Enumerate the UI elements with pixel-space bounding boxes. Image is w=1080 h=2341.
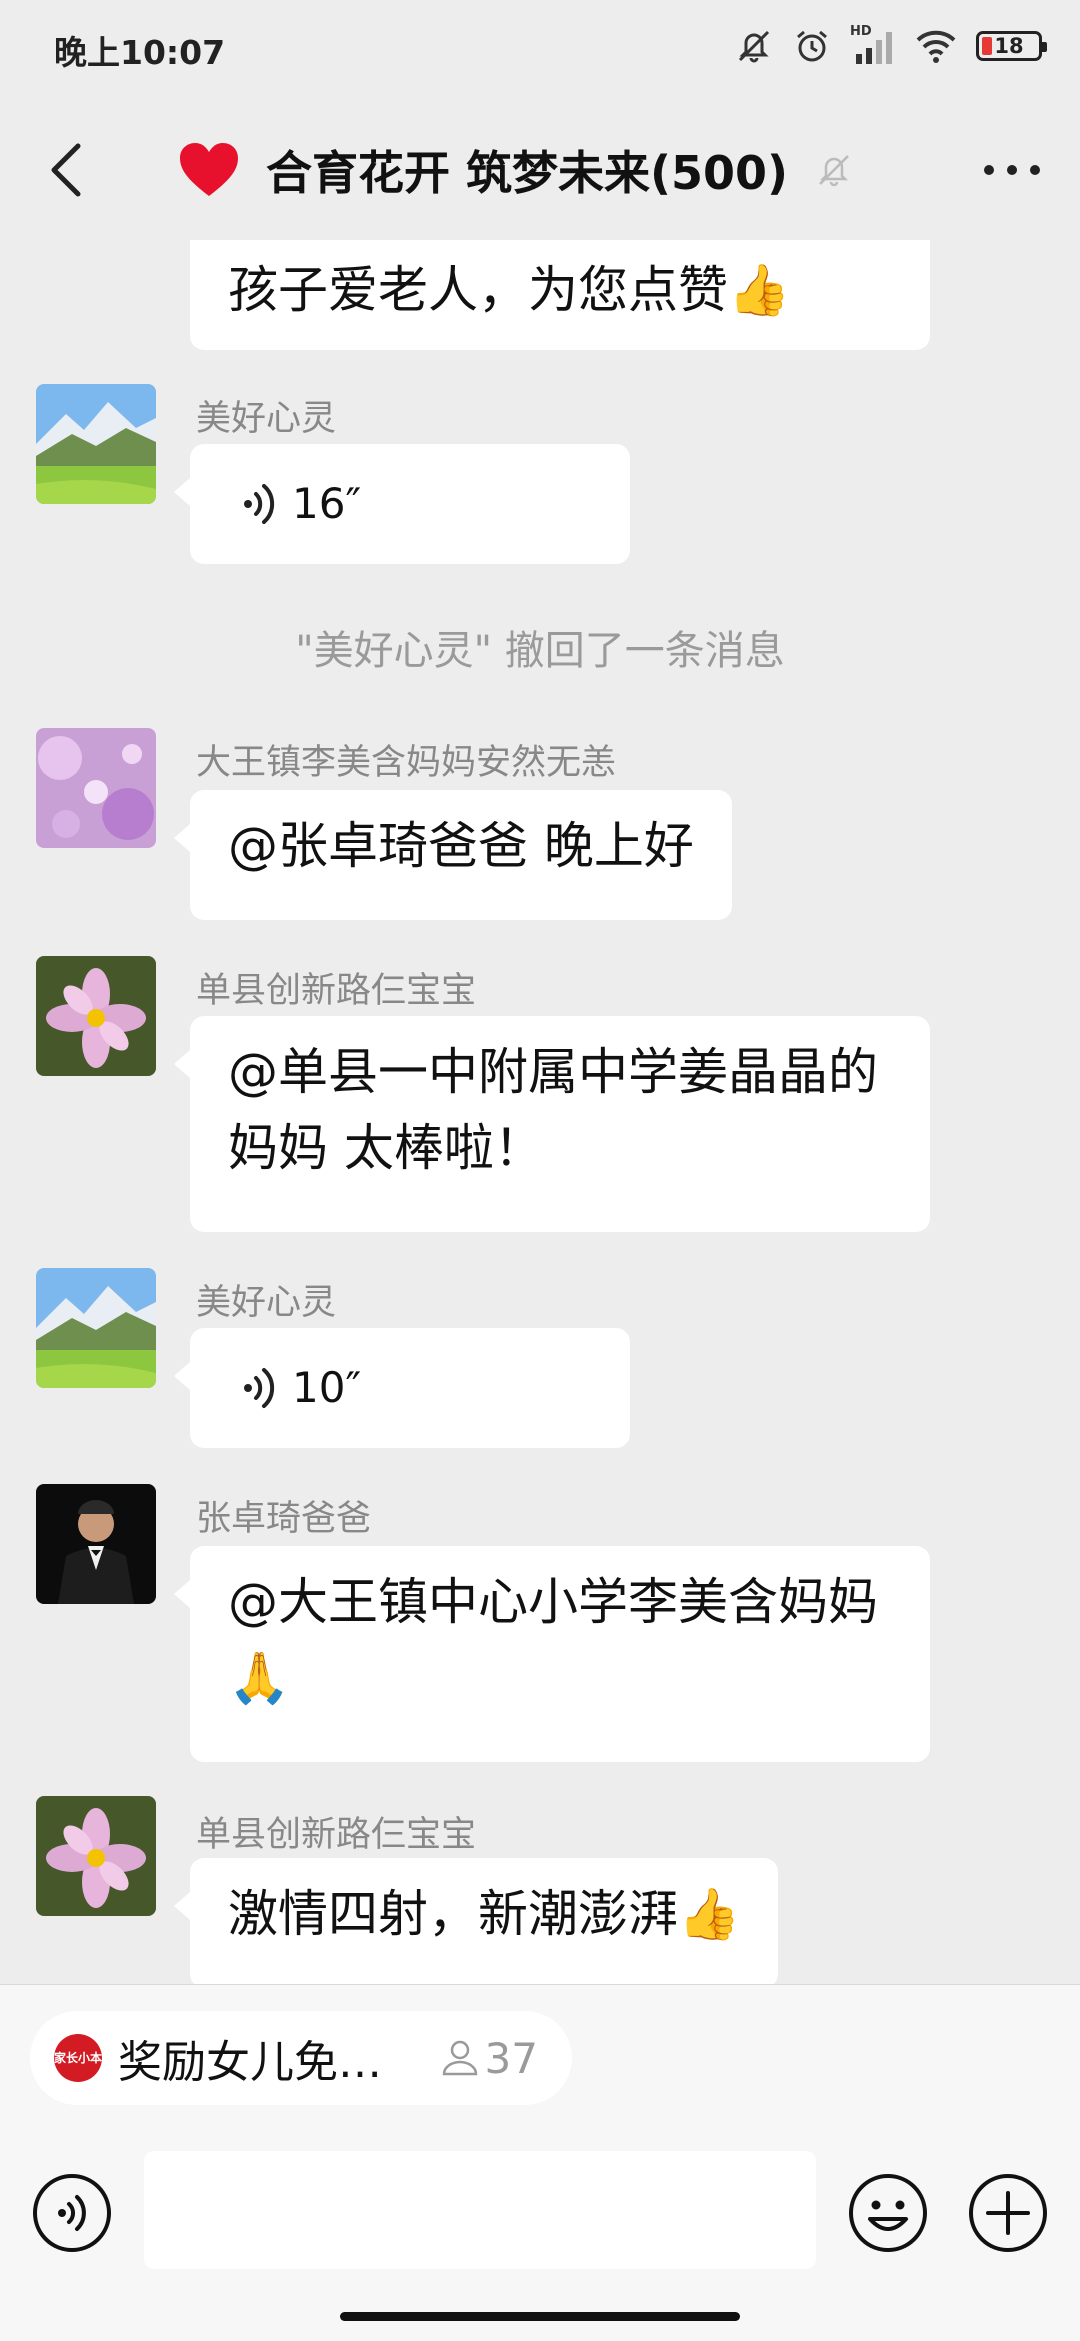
pinned-title: 奖励女儿免…	[118, 2037, 382, 2088]
message-bubble[interactable]: @单县一中附属中学姜晶晶的妈妈 太棒啦！	[174, 1016, 930, 1232]
pinned-message-card[interactable]: 家长小本 奖励女儿免… 37	[30, 2011, 572, 2105]
pinned-app-logo: 家长小本	[54, 2034, 102, 2082]
signal-indicator: HD	[850, 24, 896, 66]
sender-name: 张卓琦爸爸	[196, 1499, 372, 1539]
message-input[interactable]	[144, 2151, 816, 2269]
message-text: @大王镇中心小学李美含妈妈 🙏	[228, 1573, 878, 1707]
message-bubble-partial[interactable]: 孩子爱老人，为您点赞👍	[190, 240, 930, 350]
status-icons: HD 18	[734, 24, 1047, 68]
avatar[interactable]	[36, 1268, 156, 1388]
voice-message-bubble[interactable]: 10″	[174, 1328, 630, 1448]
sender-name: 美好心灵	[196, 1283, 337, 1323]
message-text: @张卓琦爸爸 晚上好	[228, 817, 694, 875]
battery-icon: 18	[976, 31, 1047, 61]
alarm-icon	[797, 30, 827, 62]
chat-title: 合育花开 筑梦未来(500)	[266, 146, 789, 200]
plus-icon[interactable]	[968, 2173, 1048, 2253]
chat-title-group: 合育花开 筑梦未来(500)	[178, 130, 854, 210]
back-button[interactable]	[26, 130, 106, 210]
input-toolbar	[0, 2151, 1080, 2271]
chevron-left-icon	[51, 143, 81, 197]
more-dots-icon	[984, 165, 1040, 175]
voice-wave-icon	[244, 1368, 275, 1408]
more-options-button[interactable]	[972, 130, 1052, 210]
person-icon	[442, 2040, 477, 2076]
avatar[interactable]	[36, 728, 156, 848]
status-bar: 晚上10:07 HD 18	[0, 0, 1080, 100]
sender-name: 大王镇李美含妈妈安然无恙	[196, 743, 617, 783]
avatar[interactable]	[36, 956, 156, 1076]
message-text: @单县一中附属中学姜晶晶的妈妈 太棒啦！	[228, 1043, 878, 1177]
sender-name: 单县创新路仨宝宝	[196, 971, 477, 1011]
sender-name: 单县创新路仨宝宝	[196, 1815, 477, 1855]
message-bubble[interactable]: @张卓琦爸爸 晚上好	[174, 790, 732, 920]
battery-level: 18	[994, 34, 1024, 58]
message-text: 激情四射，新潮澎湃👍	[228, 1885, 741, 1943]
mute-bell-icon	[819, 155, 849, 187]
heart-icon	[180, 143, 238, 196]
voice-wave-icon	[244, 484, 275, 524]
chat-header: 合育花开 筑梦未来(500)	[0, 100, 1080, 240]
voice-duration: 16″	[292, 479, 362, 528]
wifi-icon	[916, 30, 956, 63]
mute-icon	[738, 30, 770, 63]
pinned-count: 37	[484, 2033, 538, 2083]
voice-duration: 10″	[292, 1363, 362, 1412]
message-text: 孩子爱老人，为您点赞👍	[228, 261, 791, 319]
cellular-signal-icon	[856, 32, 892, 64]
avatar[interactable]	[36, 1796, 156, 1916]
emoji-icon[interactable]	[848, 2173, 928, 2253]
bottom-panel: 家长小本 奖励女儿免… 37	[0, 1984, 1080, 2341]
message-bubble[interactable]: 激情四射，新潮澎湃👍	[173, 1858, 779, 1988]
message-bubble[interactable]: @大王镇中心小学李美含妈妈 🙏	[174, 1546, 930, 1762]
avatar[interactable]	[36, 384, 156, 504]
voice-input-icon[interactable]	[32, 2173, 112, 2253]
home-indicator[interactable]	[340, 2312, 740, 2321]
recall-notice: "美好心灵" 撤回了一条消息	[295, 628, 785, 674]
pinned-viewers: 37	[441, 2034, 538, 2083]
status-time: 晚上10:07	[54, 33, 226, 72]
voice-message-bubble[interactable]: 16″	[174, 444, 630, 564]
sender-name: 美好心灵	[196, 399, 337, 439]
avatar[interactable]	[36, 1484, 156, 1604]
